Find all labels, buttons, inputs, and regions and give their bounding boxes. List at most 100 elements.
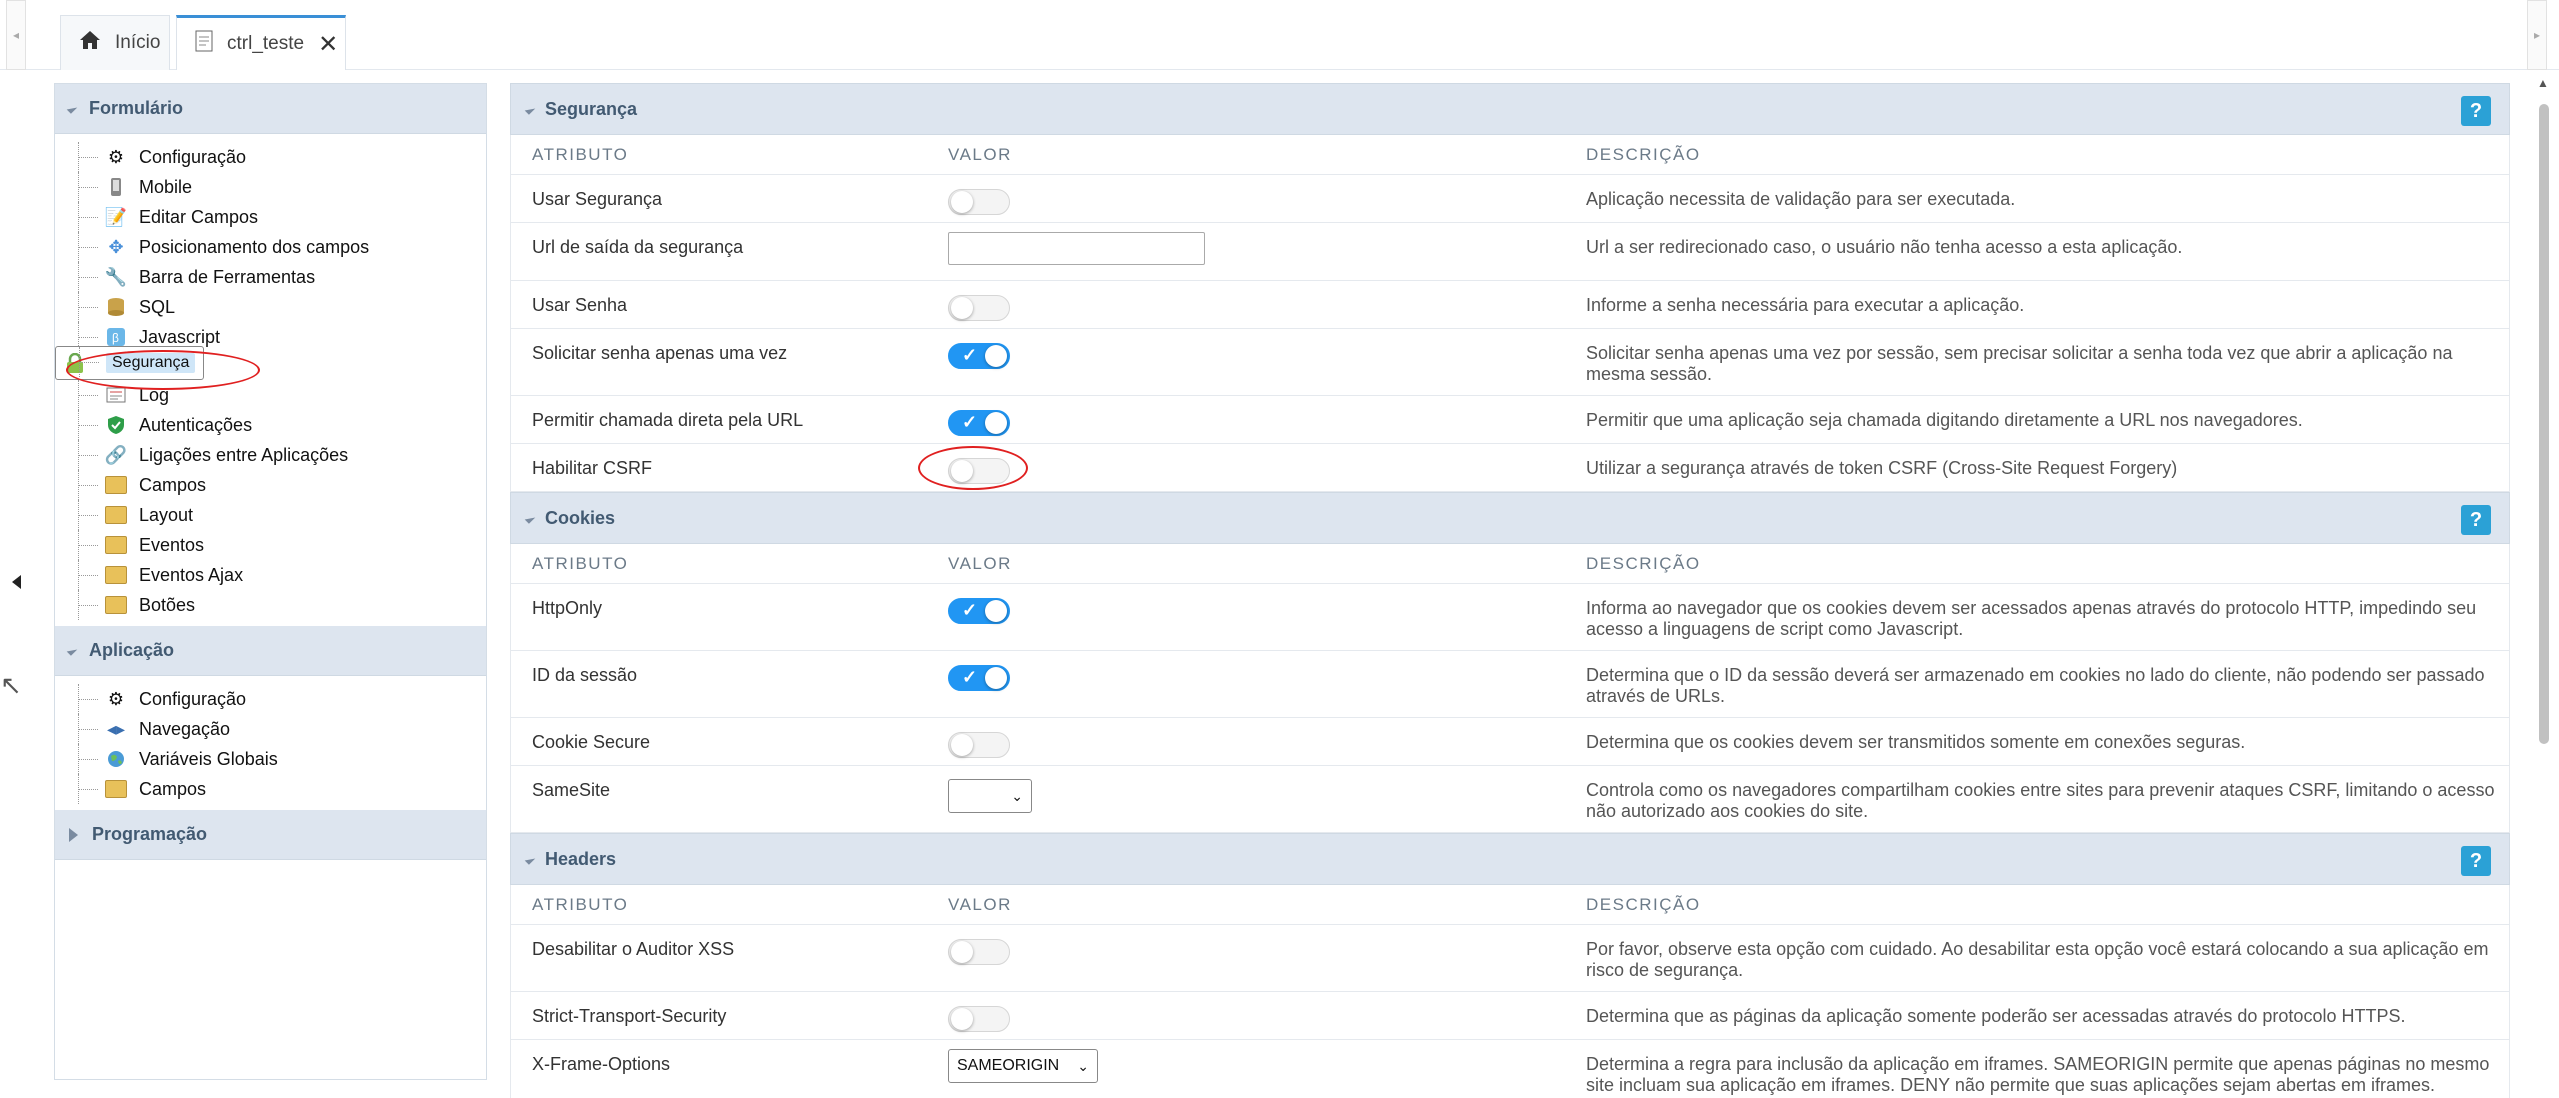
- setting-label: Habilitar CSRF: [532, 458, 653, 478]
- sidebar-item-autenticacoes[interactable]: Autenticações: [55, 410, 486, 440]
- toggle-usar-seguranca[interactable]: [948, 189, 1010, 215]
- setting-row: Permitir chamada direta pela URL ✓ Permi…: [510, 396, 2510, 444]
- sidebar-item-mobile[interactable]: Mobile: [55, 172, 486, 202]
- toggle-strict-transport[interactable]: [948, 1006, 1010, 1032]
- setting-row: X-Frame-Options SAMEORIGIN ⌄ Determina a …: [510, 1040, 2510, 1098]
- sidebar-section-aplicacao[interactable]: Aplicação: [55, 626, 486, 676]
- folder-icon: [105, 594, 127, 616]
- sidebar-section-programacao[interactable]: Programação: [55, 810, 486, 860]
- setting-row: Url de saída da segurança Url a ser redi…: [510, 223, 2510, 281]
- setting-label: Url de saída da segurança: [532, 237, 744, 257]
- setting-label: Usar Senha: [532, 295, 628, 315]
- setting-description: Determina que os cookies devem ser trans…: [1586, 732, 2246, 752]
- toggle-cookie-secure[interactable]: [948, 732, 1010, 758]
- sidebar-section-formulario[interactable]: Formulário: [55, 84, 486, 134]
- setting-description: Utilizar a segurança através de token CS…: [1586, 458, 2178, 478]
- toggle-chamada-direta-url[interactable]: ✓: [948, 410, 1010, 436]
- setting-label: Cookie Secure: [532, 732, 651, 752]
- section-header-headers[interactable]: Headers ?: [510, 833, 2510, 885]
- setting-label: HttpOnly: [532, 598, 603, 618]
- toggle-httponly[interactable]: ✓: [948, 598, 1010, 624]
- sidebar-item-layout[interactable]: Layout: [55, 500, 486, 530]
- section-header-seguranca[interactable]: Segurança ?: [510, 83, 2510, 135]
- javascript-icon: β: [105, 326, 127, 348]
- scrollbar-thumb[interactable]: [2539, 104, 2549, 744]
- folder-icon: [105, 778, 127, 800]
- setting-row: Strict-Transport-Security Determina que …: [510, 992, 2510, 1040]
- toggle-solicitar-senha[interactable]: ✓: [948, 343, 1010, 369]
- setting-label: Strict-Transport-Security: [532, 1006, 727, 1026]
- setting-label: X-Frame-Options: [532, 1054, 671, 1074]
- sidebar-item-barra-ferramentas[interactable]: 🔧 Barra de Ferramentas: [55, 262, 486, 292]
- column-header-row: ATRIBUTO VALOR DESCRIÇÃO: [510, 544, 2510, 584]
- sidebar-item-campos[interactable]: Campos: [55, 470, 486, 500]
- vertical-scrollbar[interactable]: ▲ ▼: [2535, 70, 2553, 1098]
- expanded-icon: [524, 103, 536, 115]
- link-icon: 🔗: [104, 444, 128, 465]
- help-button[interactable]: ?: [2461, 505, 2491, 535]
- sidebar-item-ligacoes[interactable]: 🔗 Ligações entre Aplicações: [55, 440, 486, 470]
- folder-icon: [105, 504, 127, 526]
- x-frame-options-select[interactable]: SAMEORIGIN ⌄: [948, 1049, 1098, 1083]
- expanded-icon: [524, 853, 536, 865]
- column-header-row: ATRIBUTO VALOR DESCRIÇÃO: [510, 885, 2510, 925]
- sidebar-item-eventos-ajax[interactable]: Eventos Ajax: [55, 560, 486, 590]
- chevron-down-icon: ⌄: [1011, 787, 1023, 804]
- sidebar-item-app-configuracao[interactable]: ⚙ Configuração: [55, 684, 486, 714]
- scroll-up-icon[interactable]: ▲: [2537, 76, 2549, 90]
- scroll-left-icon[interactable]: ◂: [6, 0, 26, 70]
- help-button[interactable]: ?: [2461, 846, 2491, 876]
- collapse-panel-icon[interactable]: [12, 575, 21, 589]
- setting-row: HttpOnly ✓ Informa ao navegador que os c…: [510, 584, 2510, 651]
- setting-row: SameSite ⌄ Controla como os navegadores …: [510, 766, 2510, 833]
- sidebar-item-sql[interactable]: SQL: [55, 292, 486, 322]
- sidebar-section-title: Programação: [92, 824, 208, 844]
- section-title: Headers: [545, 848, 617, 869]
- folder-icon: [105, 564, 127, 586]
- column-header-row: ATRIBUTO VALOR DESCRIÇÃO: [510, 135, 2510, 175]
- sidebar-item-botoes[interactable]: Botões: [55, 590, 486, 620]
- tab-ctrl-teste[interactable]: ctrl_teste ✕: [176, 15, 346, 70]
- scroll-right-icon[interactable]: ▸: [2527, 0, 2547, 70]
- mobile-icon: [105, 176, 127, 198]
- section-title: Segurança: [545, 98, 638, 119]
- highlight-circle: [918, 446, 1028, 490]
- sidebar-item-editar-campos[interactable]: 📝 Editar Campos: [55, 202, 486, 232]
- sidebar-tree-aplicacao: ⚙ Configuração ◂▸ Navegação Variáveis Glob…: [55, 676, 486, 810]
- setting-row: ID da sessão ✓ Determina que o ID da ses…: [510, 651, 2510, 718]
- sidebar-item-eventos[interactable]: Eventos: [55, 530, 486, 560]
- setting-row: Solicitar senha apenas uma vez ✓ Solicit…: [510, 329, 2510, 396]
- setting-label: Usar Segurança: [532, 189, 663, 209]
- toggle-usar-senha[interactable]: [948, 295, 1010, 321]
- col-desc: DESCRIÇÃO: [1586, 145, 1701, 164]
- toggle-id-sessao[interactable]: ✓: [948, 665, 1010, 691]
- sidebar-item-posicionamento[interactable]: ✥ Posicionamento dos campos: [55, 232, 486, 262]
- setting-description: Determina a regra para inclusão da aplic…: [1586, 1054, 2490, 1095]
- setting-row: Usar Segurança Aplicação necessita de va…: [510, 175, 2510, 223]
- close-icon[interactable]: ✕: [318, 30, 338, 59]
- setting-description: Determina que o ID da sessão deverá ser …: [1586, 665, 2485, 706]
- setting-description: Solicitar senha apenas uma vez por sessã…: [1586, 343, 2453, 384]
- sidebar-item-configuracao[interactable]: ⚙ Configuração: [55, 142, 486, 172]
- url-saida-input[interactable]: [948, 232, 1205, 265]
- setting-description: Aplicação necessita de validação para se…: [1586, 189, 2016, 209]
- sidebar-section-title: Aplicação: [89, 640, 175, 660]
- sidebar-item-app-campos[interactable]: Campos: [55, 774, 486, 804]
- globe-icon: [105, 748, 127, 770]
- col-attr: ATRIBUTO: [532, 894, 629, 914]
- toggle-auditor-xss[interactable]: [948, 939, 1010, 965]
- setting-label: Desabilitar o Auditor XSS: [532, 939, 735, 959]
- col-desc: DESCRIÇÃO: [1586, 895, 1701, 914]
- section-header-cookies[interactable]: Cookies ?: [510, 492, 2510, 544]
- col-attr: ATRIBUTO: [532, 144, 629, 164]
- setting-label: ID da sessão: [532, 665, 638, 685]
- folder-icon: [105, 534, 127, 556]
- help-button[interactable]: ?: [2461, 96, 2491, 126]
- tab-home[interactable]: Início: [60, 15, 170, 70]
- sidebar-section-title: Formulário: [89, 98, 184, 118]
- wrench-icon: 🔧: [104, 266, 128, 287]
- sidebar-item-variaveis-globais[interactable]: Variáveis Globais: [55, 744, 486, 774]
- chevron-down-icon: ⌄: [1077, 1057, 1089, 1074]
- sidebar-item-navegacao[interactable]: ◂▸ Navegação: [55, 714, 486, 744]
- samesite-select[interactable]: ⌄: [948, 779, 1032, 813]
